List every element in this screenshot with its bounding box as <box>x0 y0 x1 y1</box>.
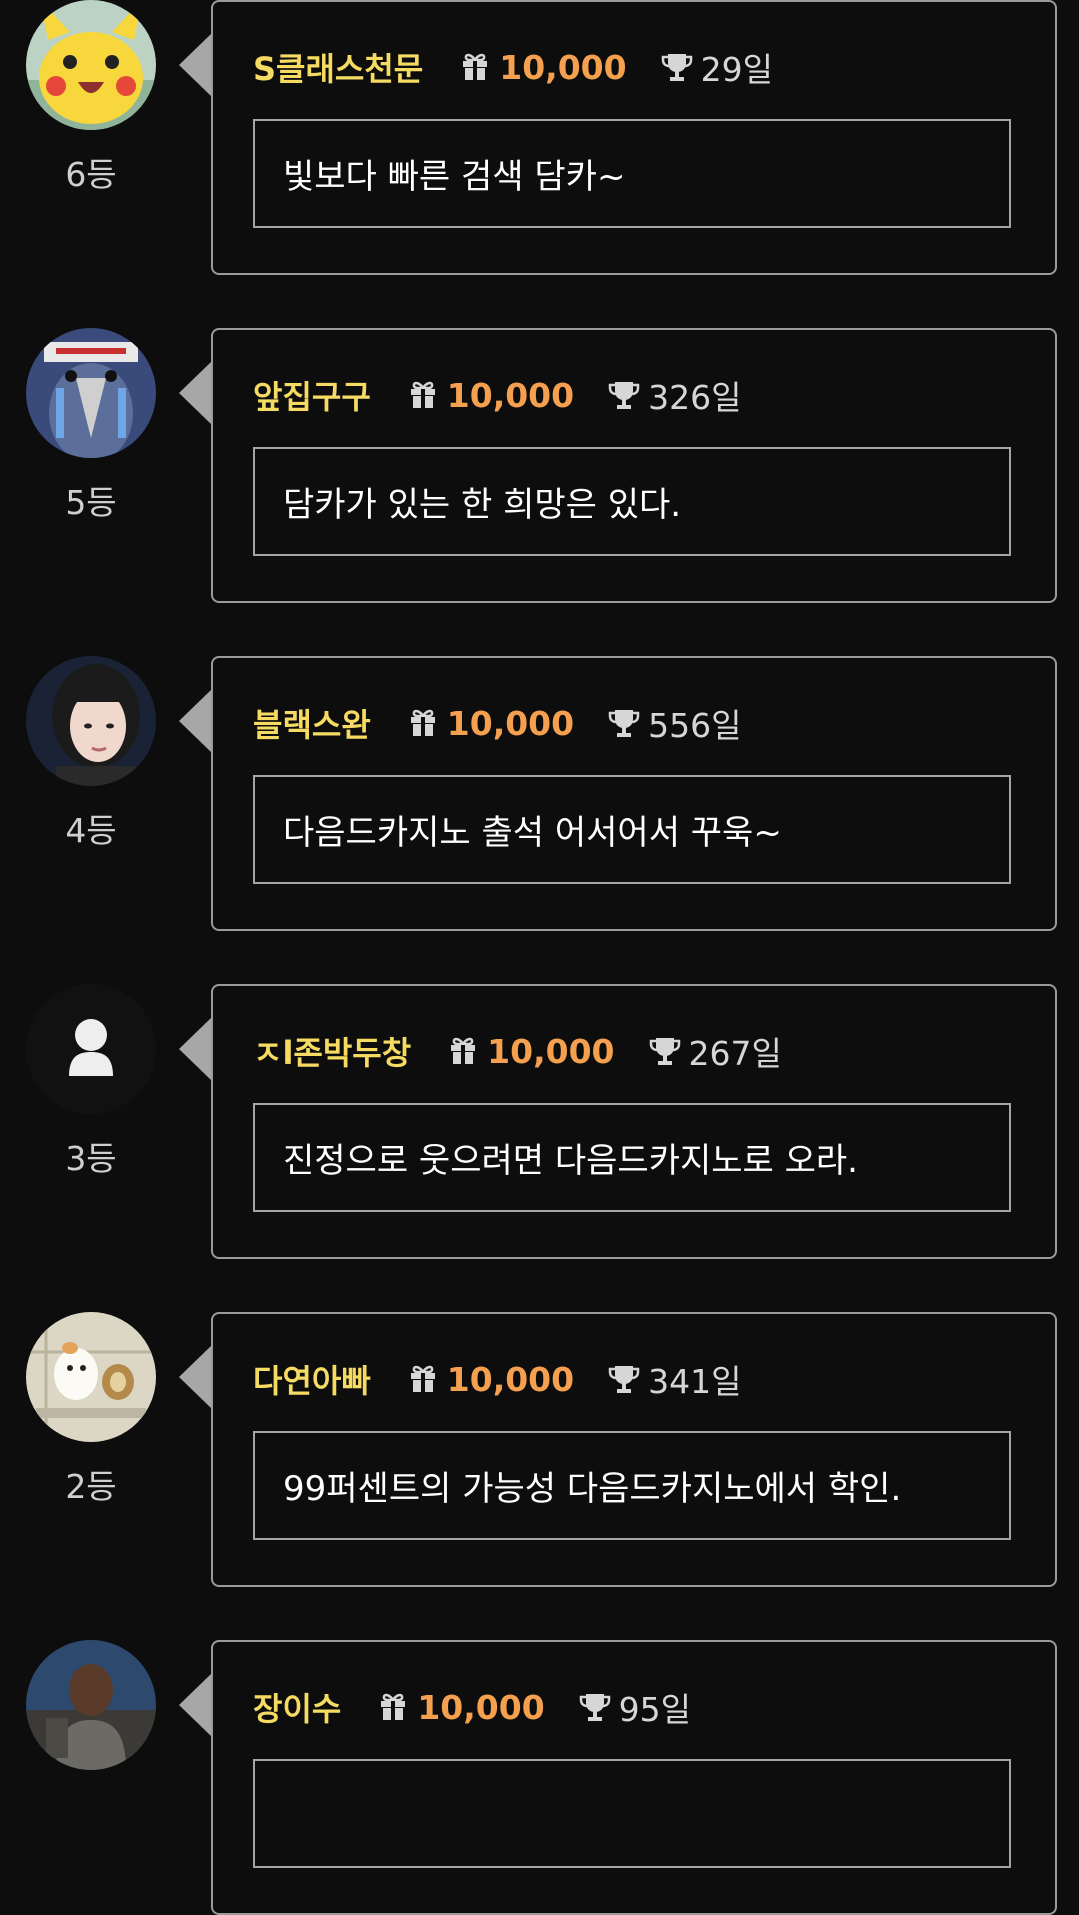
avatar[interactable] <box>26 328 156 458</box>
comment-message: 담카가 있는 한 희망은 있다. <box>253 447 1011 556</box>
comment-header: 다연아빠 10,000 341일 <box>253 1354 741 1404</box>
avatar[interactable] <box>26 1312 156 1442</box>
nickname[interactable]: 블랙스완 <box>253 700 371 746</box>
comment-header: S클래스천문 10,000 29일 <box>253 42 773 92</box>
comment-header: 블랙스완 10,000 556일 <box>253 698 741 748</box>
rank-label: 2등 <box>65 1467 117 1506</box>
nickname[interactable]: 다연아빠 <box>253 1356 371 1402</box>
comment-message: 빛보다 빠른 검색 담카~ <box>253 119 1011 228</box>
comment-message: 99퍼센트의 가능성 다음드카지노에서 학인. <box>253 1431 1011 1540</box>
rank-label: 3등 <box>65 1139 117 1178</box>
comment-card: 블랙스완 10,000 556일 다음드카지노 출석 어서어서 꾸욱~ <box>211 656 1057 931</box>
days-value: 95일 <box>618 1690 692 1729</box>
nickname[interactable]: ㅈl존박두창 <box>253 1028 411 1074</box>
gift-icon <box>407 707 439 739</box>
nickname[interactable]: S클래스천문 <box>253 44 423 90</box>
days-value: 341일 <box>648 1362 742 1401</box>
nickname[interactable]: 앞집구구 <box>253 372 371 418</box>
comment-message: 진정으로 웃으려면 다음드카지노로 오라. <box>253 1103 1011 1212</box>
card-pointer <box>179 34 211 96</box>
days-value: 267일 <box>688 1034 782 1073</box>
comment-card: 장이수 10,000 95일 <box>211 1640 1057 1915</box>
points-value: 10,000 <box>487 1031 615 1071</box>
trophy-icon <box>608 1363 640 1395</box>
avatar[interactable] <box>26 656 156 786</box>
trophy-icon <box>608 707 640 739</box>
gift-icon <box>459 51 491 83</box>
nickname[interactable]: 장이수 <box>253 1684 341 1730</box>
trophy-icon <box>579 1691 611 1723</box>
card-pointer <box>179 1018 211 1080</box>
comment-message <box>253 1759 1011 1868</box>
gift-icon <box>377 1691 409 1723</box>
gift-icon <box>447 1035 479 1067</box>
comment-card: ㅈl존박두창 10,000 267일 진정으로 웃으려면 다음드카지노로 오라. <box>211 984 1057 1259</box>
points-value: 10,000 <box>446 375 575 415</box>
comment-entry: 6등 S클래스천문 10,000 29일 빛보다 빠른 검색 담카~ <box>0 0 1079 275</box>
trophy-icon <box>661 51 693 83</box>
avatar[interactable] <box>26 1640 156 1770</box>
comment-entry: 2등 다연아빠 10,000 341일 99퍼센트의 가능성 다음드카지노에서 … <box>0 1312 1079 1587</box>
points-value: 10,000 <box>417 1687 545 1727</box>
rank-label: 4등 <box>65 811 117 850</box>
comment-card: 앞집구구 10,000 326일 담카가 있는 한 희망은 있다. <box>211 328 1057 603</box>
card-pointer <box>179 362 211 424</box>
trophy-icon <box>649 1035 681 1067</box>
comment-card: S클래스천문 10,000 29일 빛보다 빠른 검색 담카~ <box>211 0 1057 275</box>
days-value: 326일 <box>648 378 742 417</box>
comment-card: 다연아빠 10,000 341일 99퍼센트의 가능성 다음드카지노에서 학인. <box>211 1312 1057 1587</box>
rank-label: 6등 <box>65 155 117 194</box>
comment-header: 장이수 10,000 95일 <box>253 1682 691 1732</box>
card-pointer <box>179 1346 211 1408</box>
comment-header: ㅈl존박두창 10,000 267일 <box>253 1026 782 1076</box>
gift-icon <box>407 379 439 411</box>
avatar[interactable] <box>26 984 156 1114</box>
comment-entry: 장이수 10,000 95일 <box>0 1640 1079 1915</box>
points-value: 10,000 <box>446 1359 575 1399</box>
comment-header: 앞집구구 10,000 326일 <box>253 370 741 420</box>
comment-entry: 4등 블랙스완 10,000 556일 다음드카지노 출석 어서어서 꾸욱~ <box>0 656 1079 931</box>
points-value: 10,000 <box>446 703 575 743</box>
points-value: 10,000 <box>499 47 627 87</box>
days-value: 29일 <box>700 50 773 89</box>
rank-label: 5등 <box>65 483 117 522</box>
avatar[interactable] <box>26 0 156 130</box>
trophy-icon <box>608 379 640 411</box>
card-pointer <box>179 1674 211 1736</box>
comment-entry: 5등 앞집구구 10,000 326일 담카가 있는 한 희망은 있다. <box>0 328 1079 603</box>
comment-message: 다음드카지노 출석 어서어서 꾸욱~ <box>253 775 1011 884</box>
gift-icon <box>407 1363 439 1395</box>
days-value: 556일 <box>648 706 742 745</box>
comment-entry: 3등 ㅈl존박두창 10,000 267일 진정으로 웃으려면 다음드카지노로 … <box>0 984 1079 1259</box>
card-pointer <box>179 690 211 752</box>
